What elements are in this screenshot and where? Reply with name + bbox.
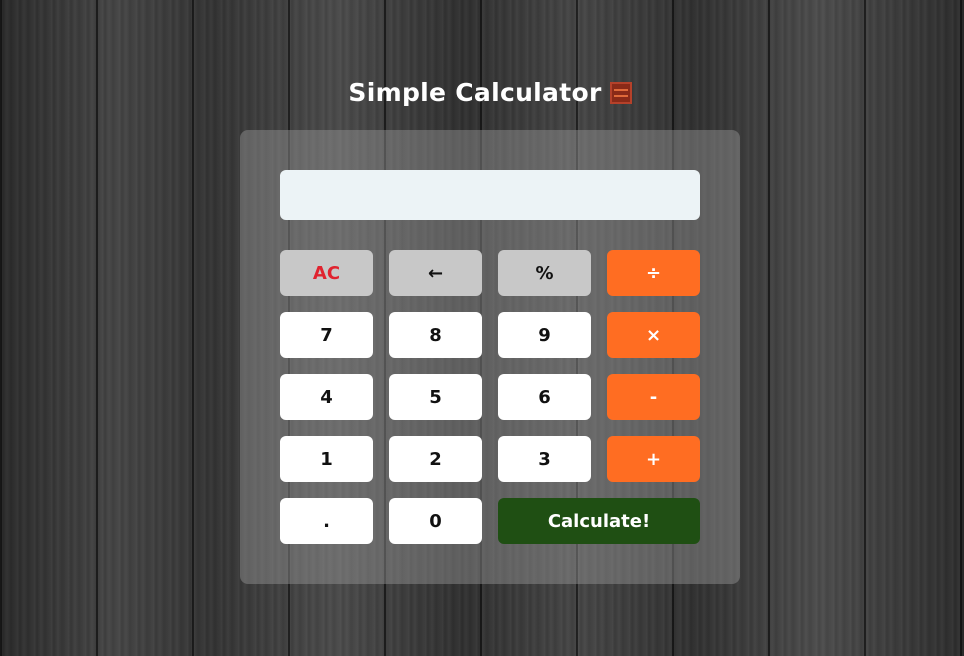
page-title-text: Simple Calculator [348, 78, 602, 107]
divide-button[interactable]: ÷ [607, 250, 700, 296]
digit-8-button[interactable]: 8 [389, 312, 482, 358]
add-button[interactable]: + [607, 436, 700, 482]
calculator-panel: AC ← % ÷ 7 8 9 × 4 5 6 - 1 2 3 + . 0 Cal… [240, 130, 740, 584]
percent-button[interactable]: % [498, 250, 591, 296]
digit-4-button[interactable]: 4 [280, 374, 373, 420]
multiply-button[interactable]: × [607, 312, 700, 358]
page-title: Simple Calculator [0, 78, 964, 107]
abacus-icon [609, 82, 632, 104]
decimal-button[interactable]: . [280, 498, 373, 544]
calculator-display[interactable] [280, 170, 700, 220]
digit-0-button[interactable]: 0 [389, 498, 482, 544]
digit-5-button[interactable]: 5 [389, 374, 482, 420]
digit-1-button[interactable]: 1 [280, 436, 373, 482]
clear-button[interactable]: AC [280, 250, 373, 296]
digit-6-button[interactable]: 6 [498, 374, 591, 420]
backspace-button[interactable]: ← [389, 250, 482, 296]
digit-9-button[interactable]: 9 [498, 312, 591, 358]
digit-7-button[interactable]: 7 [280, 312, 373, 358]
subtract-button[interactable]: - [607, 374, 700, 420]
digit-3-button[interactable]: 3 [498, 436, 591, 482]
digit-2-button[interactable]: 2 [389, 436, 482, 482]
calculate-button[interactable]: Calculate! [498, 498, 700, 544]
